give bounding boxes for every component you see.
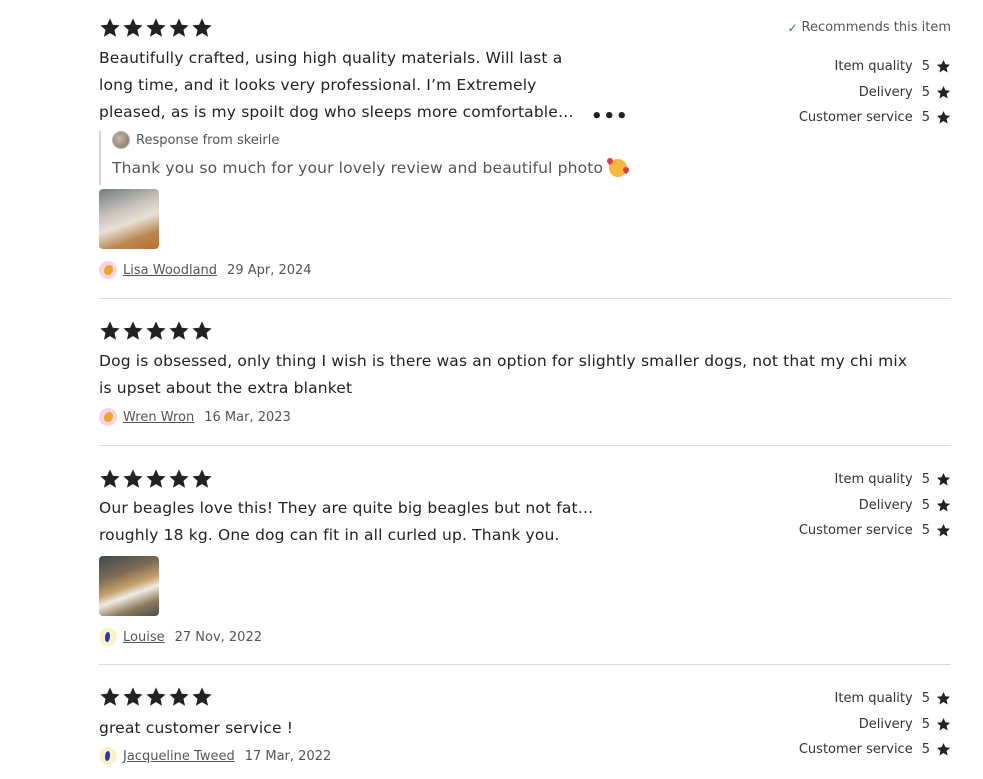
star-icon [122, 320, 144, 342]
star-icon [145, 17, 167, 39]
review-date: 29 Apr, 2024 [227, 262, 312, 278]
star-icon [936, 742, 951, 757]
sub-rating-item-quality: Item quality 5 [731, 467, 951, 493]
star-icon [936, 472, 951, 487]
star-icon [122, 17, 144, 39]
star-icon [99, 686, 121, 708]
reviewer-name-link[interactable]: Louise [123, 630, 165, 645]
star-icon [936, 110, 951, 125]
review-text: Our beagles love this! They are quite bi… [99, 495, 619, 549]
review-date: 27 Nov, 2022 [174, 629, 262, 645]
sub-rating-customer-service: Customer service 5 [731, 105, 951, 131]
sub-rating-item-quality: Item quality 5 [731, 54, 951, 80]
response-header-label: Response from skeirle [136, 132, 280, 148]
reviewer-avatar [99, 408, 117, 426]
response-header: Response from skeirle [112, 131, 627, 149]
review-text-line: Our beagles love this! They are quite bi… [99, 499, 594, 517]
star-icon [122, 468, 144, 490]
review-text-line: Beautifully crafted, using high quality … [99, 49, 563, 67]
star-icon [122, 686, 144, 708]
sub-rating-customer-service: Customer service 5 [731, 518, 951, 544]
star-icon [145, 686, 167, 708]
star-icon [936, 59, 951, 74]
sub-rating-delivery: Delivery 5 [731, 80, 951, 106]
star-icon [168, 320, 190, 342]
review-text-line: long time, and it looks very professiona… [99, 76, 537, 94]
seller-avatar [112, 131, 130, 149]
star-rating [99, 320, 214, 342]
review-card: Our beagles love this! They are quite bi… [99, 446, 951, 664]
response-text: Thank you so much for your lovely review… [112, 159, 628, 177]
star-icon [191, 320, 213, 342]
reviewer-info: Jacqueline Tweed 17 Mar, 2022 [99, 747, 331, 765]
star-icon [191, 17, 213, 39]
star-rating [99, 17, 214, 39]
reviewer-name-link[interactable]: Lisa Woodland [123, 263, 217, 278]
star-icon [936, 691, 951, 706]
star-icon [191, 468, 213, 490]
star-icon [936, 717, 951, 732]
review-date: 17 Mar, 2022 [244, 748, 332, 764]
review-card: great customer service ! Item quality 5 … [99, 665, 951, 779]
star-icon [99, 320, 121, 342]
review-text-line: great customer service ! [99, 719, 294, 737]
review-text-line: pleased, as is my spoilt dog who sleeps … [99, 103, 574, 121]
reviewer-avatar [99, 747, 117, 765]
reviewer-avatar [99, 628, 117, 646]
star-icon [145, 468, 167, 490]
sub-ratings: Item quality 5 Delivery 5 Customer servi… [731, 467, 951, 544]
review-photo[interactable] [99, 556, 159, 616]
smiling-face-with-hearts-icon [609, 159, 628, 177]
expand-review-button[interactable]: ••• [591, 108, 629, 126]
star-icon [168, 686, 190, 708]
recommends-label: Recommends this item [801, 20, 952, 35]
star-icon [99, 17, 121, 39]
star-icon [145, 320, 167, 342]
response-text-content: Thank you so much for your lovely review… [112, 159, 604, 177]
review-card: ✓ Recommends this item Beautifully craft… [99, 0, 951, 298]
sub-ratings: Item quality 5 Delivery 5 Customer servi… [731, 54, 951, 131]
reviewer-info: Louise 27 Nov, 2022 [99, 628, 262, 646]
star-icon [191, 686, 213, 708]
seller-response: Response from skeirle Thank you so much … [99, 131, 628, 185]
reviewer-name-link[interactable]: Jacqueline Tweed [123, 749, 235, 764]
sub-ratings: Item quality 5 Delivery 5 Customer servi… [731, 686, 951, 763]
review-text: Dog is obsessed, only thing I wish is th… [99, 348, 919, 402]
review-text-line: is upset about the extra blanket [99, 379, 353, 397]
check-icon: ✓ [787, 20, 798, 35]
star-icon [168, 17, 190, 39]
reviewer-avatar [99, 261, 117, 279]
review-text: great customer service ! [99, 715, 499, 742]
review-photo[interactable] [99, 189, 159, 249]
reviewer-info: Lisa Woodland 29 Apr, 2024 [99, 261, 312, 279]
reviewer-info: Wren Wron 16 Mar, 2023 [99, 408, 291, 426]
star-icon [936, 523, 951, 538]
review-text: Beautifully crafted, using high quality … [99, 45, 579, 126]
sub-rating-item-quality: Item quality 5 [731, 686, 951, 712]
review-text-line: Dog is obsessed, only thing I wish is th… [99, 352, 908, 370]
review-text-line: roughly 18 kg. One dog can fit in all cu… [99, 526, 560, 544]
star-icon [936, 498, 951, 513]
recommends-badge: ✓ Recommends this item [787, 20, 951, 35]
star-icon [168, 468, 190, 490]
reviewer-name-link[interactable]: Wren Wron [123, 410, 194, 425]
sub-rating-customer-service: Customer service 5 [731, 737, 951, 763]
star-rating [99, 686, 214, 708]
star-icon [936, 85, 951, 100]
sub-rating-delivery: Delivery 5 [731, 493, 951, 519]
sub-rating-delivery: Delivery 5 [731, 712, 951, 738]
star-icon [99, 468, 121, 490]
review-card: Dog is obsessed, only thing I wish is th… [99, 299, 951, 445]
star-rating [99, 468, 214, 490]
review-date: 16 Mar, 2023 [204, 409, 291, 425]
